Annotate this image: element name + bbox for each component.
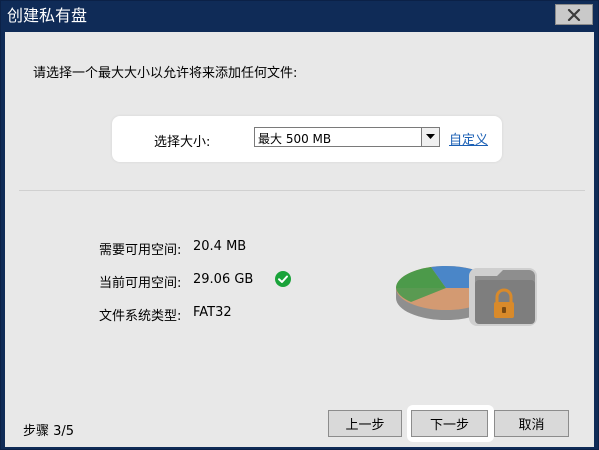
- instruction-text: 请选择一个最大大小以允许将来添加任何文件:: [33, 66, 298, 81]
- close-icon: [567, 8, 581, 21]
- disk-pie-lock-icon: [396, 265, 537, 326]
- dialog-body: 请选择一个最大大小以允许将来添加任何文件: 选择大小: 最大 500 MB 自定…: [5, 32, 594, 447]
- cancel-button[interactable]: 取消: [494, 410, 569, 437]
- size-select[interactable]: 最大 500 MB: [254, 127, 440, 147]
- custom-size-link[interactable]: 自定义: [449, 129, 488, 148]
- size-panel: 选择大小: 最大 500 MB 自定义: [112, 116, 502, 162]
- chevron-down-icon: [426, 134, 435, 139]
- check-icon: [275, 271, 291, 287]
- filesystem-value: FAT32: [193, 305, 232, 320]
- window-title: 创建私有盘: [7, 6, 88, 25]
- current-space-label: 当前可用空间:: [99, 276, 182, 291]
- title-bar[interactable]: 创建私有盘: [1, 1, 598, 32]
- divider: [19, 190, 585, 191]
- required-space-label: 需要可用空间:: [99, 243, 182, 258]
- dialog-window: 创建私有盘 请选择一个最大大小以允许将来添加任何文件: 选择大小: 最大 500…: [0, 0, 599, 450]
- filesystem-label: 文件系统类型:: [99, 309, 182, 324]
- close-button[interactable]: [555, 4, 593, 25]
- next-button[interactable]: 下一步: [411, 410, 488, 437]
- current-space-value: 29.06 GB: [193, 272, 254, 287]
- required-space-value: 20.4 MB: [193, 239, 247, 254]
- dropdown-arrow-button[interactable]: [421, 128, 439, 146]
- size-select-value: 最大 500 MB: [258, 132, 332, 146]
- size-label: 选择大小:: [154, 135, 211, 150]
- step-indicator: 步骤 3/5: [23, 424, 75, 439]
- prev-button[interactable]: 上一步: [328, 410, 402, 437]
